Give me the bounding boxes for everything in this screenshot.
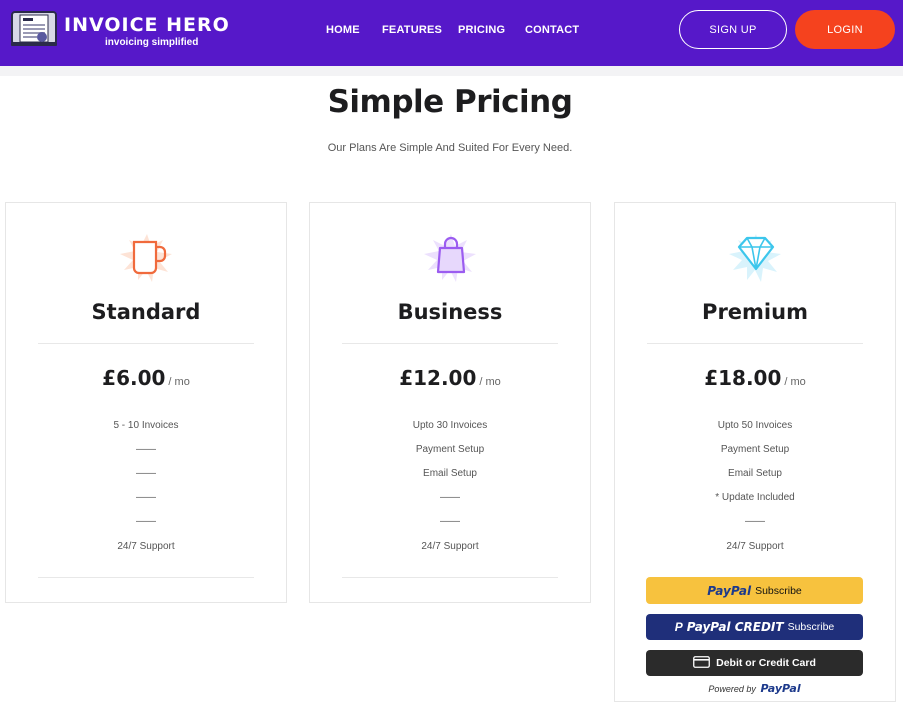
plan-name: Premium [702, 300, 808, 324]
price-period: / mo [168, 376, 190, 388]
feature-item: —— [440, 516, 460, 527]
brand-name[interactable]: INVOICE HERO [64, 14, 230, 36]
feature-item: 24/7 Support [117, 541, 175, 552]
plan-price: £18.00/ mo [615, 366, 895, 390]
feature-item: * Update Included [715, 492, 795, 503]
paypal-credit-subscribe-button[interactable]: P PayPal CREDIT Subscribe [646, 614, 863, 640]
signup-button[interactable]: SIGN UP [679, 10, 787, 49]
feature-item: —— [136, 468, 156, 479]
plan-card-standard: Standard £6.00/ mo 5 - 10 Invoices —— ——… [5, 202, 287, 603]
paypal-logo: PayPal [760, 682, 801, 695]
divider [38, 343, 254, 344]
price-amount: £12.00 [399, 366, 477, 390]
price-period: / mo [784, 376, 806, 388]
feature-item: —— [440, 492, 460, 503]
feature-item: Upto 30 Invoices [412, 420, 488, 431]
plan-card-business: Business £12.00/ mo Upto 30 Invoices Pay… [309, 202, 591, 603]
brand-tagline: invoicing simplified [105, 37, 199, 48]
feature-item: Email Setup [728, 468, 782, 479]
subscribe-label: Subscribe [755, 584, 802, 597]
nav-link-features[interactable]: FEATURES [382, 24, 442, 36]
plan-name: Standard [91, 300, 201, 324]
feature-item: 5 - 10 Invoices [113, 420, 179, 431]
paypal-subscribe-button[interactable]: PayPal Subscribe [646, 577, 863, 604]
invoice-logo-icon[interactable] [11, 11, 57, 47]
feature-item: Upto 50 Invoices [717, 420, 793, 431]
shopping-bag-icon [420, 230, 482, 284]
page-title: Simple Pricing [327, 84, 573, 120]
credit-card-icon [693, 655, 711, 671]
paypal-logo: PayPal [707, 583, 752, 598]
feature-item: Payment Setup [415, 444, 485, 455]
header-divider-strip [0, 66, 903, 76]
feature-item: 24/7 Support [726, 541, 784, 552]
powered-by-label: Powered by [708, 684, 756, 694]
divider [38, 577, 254, 578]
feature-item: 24/7 Support [421, 541, 479, 552]
feature-item: —— [745, 516, 765, 527]
top-navbar: INVOICE HERO invoicing simplified HOME F… [0, 0, 903, 66]
subscribe-label: Subscribe [787, 621, 835, 633]
nav-link-pricing[interactable]: PRICING [458, 24, 505, 36]
feature-item: —— [136, 516, 156, 527]
card-label: Debit or Credit Card [716, 657, 816, 669]
login-button[interactable]: LOGIN [795, 10, 895, 49]
price-amount: £18.00 [704, 366, 782, 390]
divider [342, 577, 558, 578]
price-period: / mo [479, 376, 501, 388]
feature-item: Payment Setup [720, 444, 790, 455]
plan-name: Business [397, 300, 503, 324]
divider [342, 343, 558, 344]
debit-credit-card-button[interactable]: Debit or Credit Card [646, 650, 863, 676]
page-subtitle: Our Plans Are Simple And Suited For Ever… [327, 142, 573, 154]
diamond-icon [725, 230, 787, 284]
price-amount: £6.00 [102, 366, 166, 390]
divider [647, 343, 863, 344]
nav-link-home[interactable]: HOME [326, 24, 360, 36]
paypal-p-icon: P [674, 620, 683, 634]
paypal-credit-logo: PayPal CREDIT [686, 620, 784, 634]
nav-link-contact[interactable]: CONTACT [525, 24, 579, 36]
mug-icon [116, 230, 178, 284]
powered-by-paypal: Powered by PayPal [646, 682, 863, 695]
plan-price: £6.00/ mo [6, 366, 286, 390]
feature-item: —— [136, 444, 156, 455]
plan-price: £12.00/ mo [310, 366, 590, 390]
feature-item: Email Setup [423, 468, 477, 479]
feature-item: —— [136, 492, 156, 503]
